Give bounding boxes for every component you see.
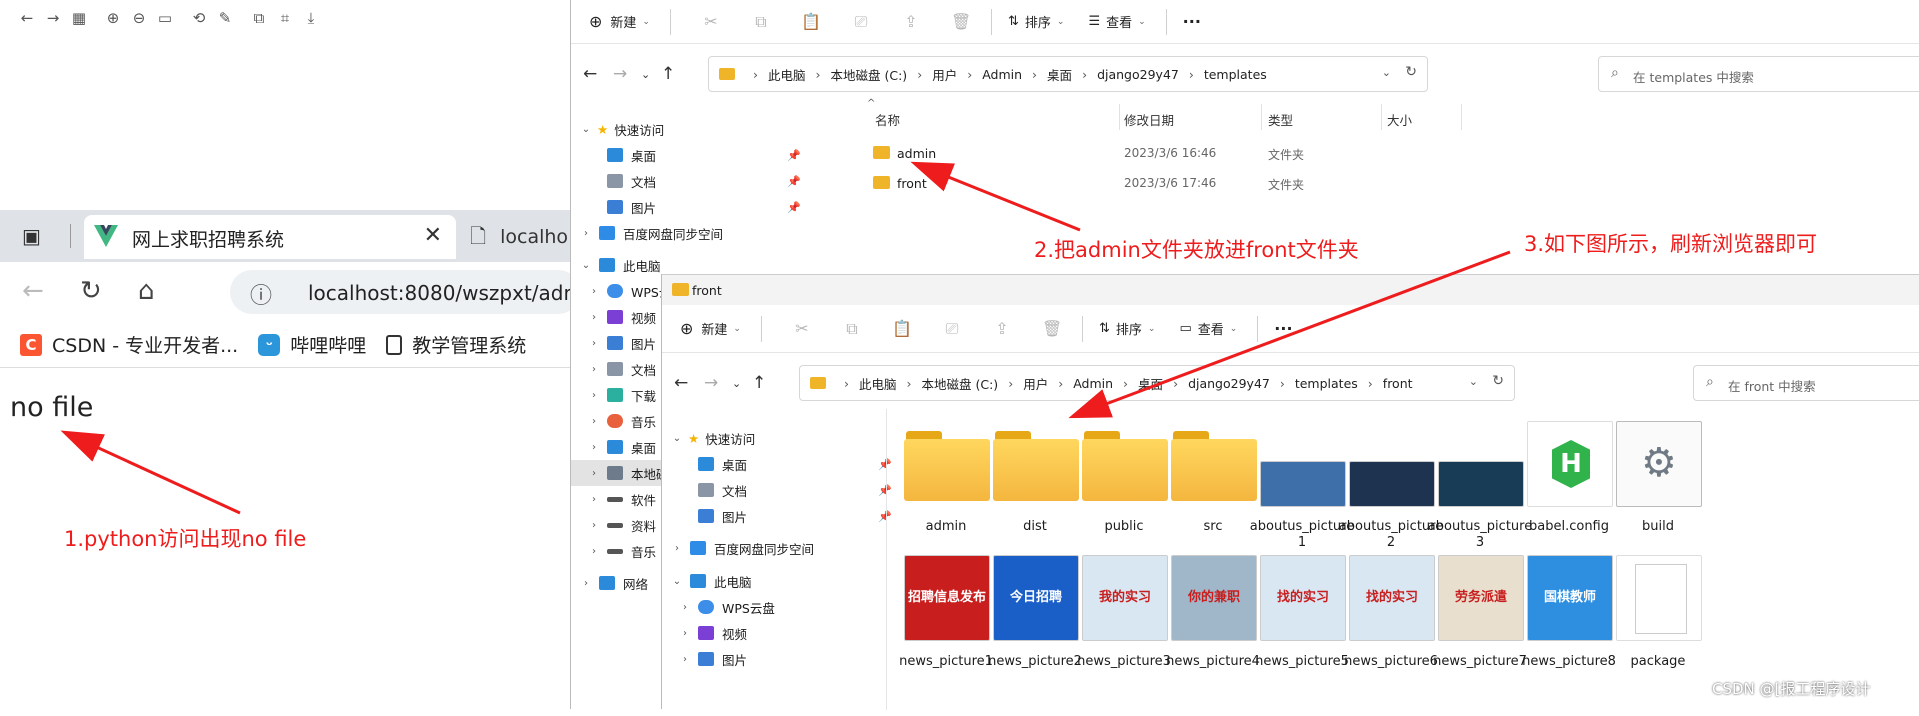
arrow-step1 (60, 430, 241, 515)
annotation-arrows (60, 161, 1511, 515)
arrow-step2 (910, 161, 1081, 232)
watermark: CSDN @[报工程序设计 (1712, 680, 1871, 698)
arrow-step3 (1068, 250, 1511, 419)
